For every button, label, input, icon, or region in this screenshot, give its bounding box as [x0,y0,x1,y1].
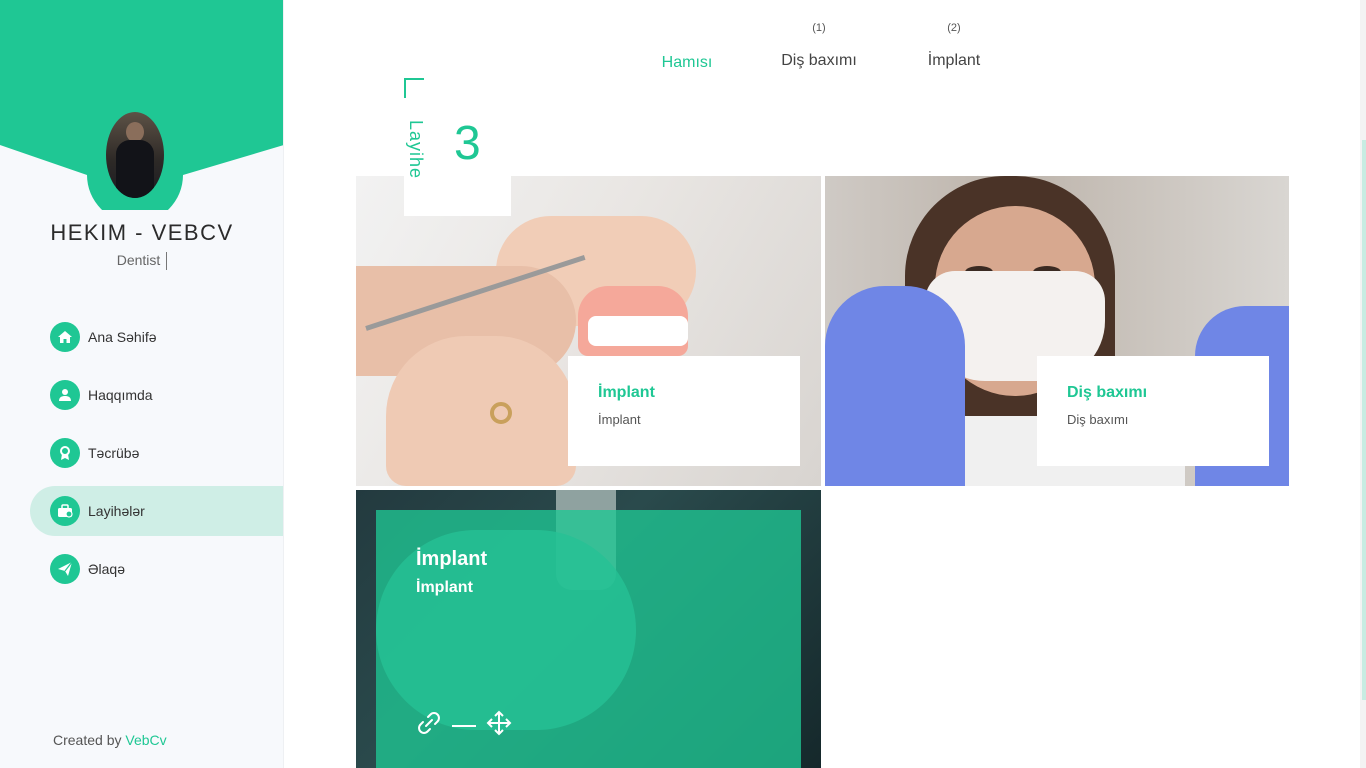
project-counter: Layihe 3 [404,78,511,216]
project-card[interactable]: Diş baxımı Diş baxımı [825,176,1289,486]
filter-all[interactable]: Hamısı [662,54,713,72]
credit-brand-link[interactable]: VebCv [125,732,166,748]
project-category: Diş baxımı [1067,412,1129,427]
counter-number: 3 [454,117,481,170]
project-title[interactable]: İmplant [598,384,770,402]
move-icon[interactable] [486,710,512,741]
nav-item-about[interactable]: Haqqımda [30,370,283,420]
action-separator [452,724,476,727]
nav-label: Əlaqə [88,561,126,577]
project-info: Diş baxımı Diş baxımı [1037,356,1269,466]
project-title[interactable]: İmplant [416,548,761,571]
project-filters: Hamısı (1) Diş baxımı (2) İmplant [285,0,1366,80]
user-icon [50,380,80,410]
typing-cursor [166,252,168,271]
project-category: İmplant [416,579,473,596]
filter-implant[interactable]: İmplant [928,52,980,70]
link-icon[interactable] [416,710,442,741]
project-title[interactable]: Diş baxımı [1067,384,1239,402]
credit-prefix: Created by [53,732,122,748]
project-card[interactable]: İmplant İmplant [356,490,821,768]
send-icon [50,554,80,584]
project-category: İmplant [598,412,641,427]
sidebar: HEKIM - VEBCV Dentist Ana Səhifə Haqqımd… [0,0,284,768]
project-info: İmplant İmplant [568,356,800,466]
page-scrollbar[interactable] [1360,0,1366,768]
nav-label: Təcrübə [88,445,140,461]
nav-item-experience[interactable]: Təcrübə [30,428,283,478]
award-icon [50,438,80,468]
counter-corner-accent [404,78,424,98]
nav-label: Haqqımda [88,387,153,403]
nav-item-projects[interactable]: Layihələr [30,486,283,536]
filter-count: (1) [812,22,826,34]
project-hover-overlay: İmplant İmplant [376,510,801,768]
site-subtitle: Dentist [0,252,283,271]
counter-label: Layihe [406,120,426,180]
nav-item-home[interactable]: Ana Səhifə [30,312,283,362]
site-title: HEKIM - VEBCV [50,220,234,245]
nav-label: Ana Səhifə [88,329,157,345]
project-actions [416,710,512,741]
filter-count: (2) [947,22,961,34]
filter-dental-care[interactable]: Diş baxımı [781,52,857,70]
nav-item-contact[interactable]: Əlaqə [30,544,283,594]
briefcase-icon [50,496,80,526]
footer-credit: Created by VebCv [53,732,167,748]
main-content: Hamısı (1) Diş baxımı (2) İmplant İmplan… [285,0,1366,768]
scrollbar-thumb[interactable] [1362,140,1366,700]
avatar [106,112,164,198]
home-icon [50,322,80,352]
project-card[interactable]: İmplant İmplant [356,176,821,486]
profession-label: Dentist [116,252,161,268]
nav-label: Layihələr [88,503,145,519]
